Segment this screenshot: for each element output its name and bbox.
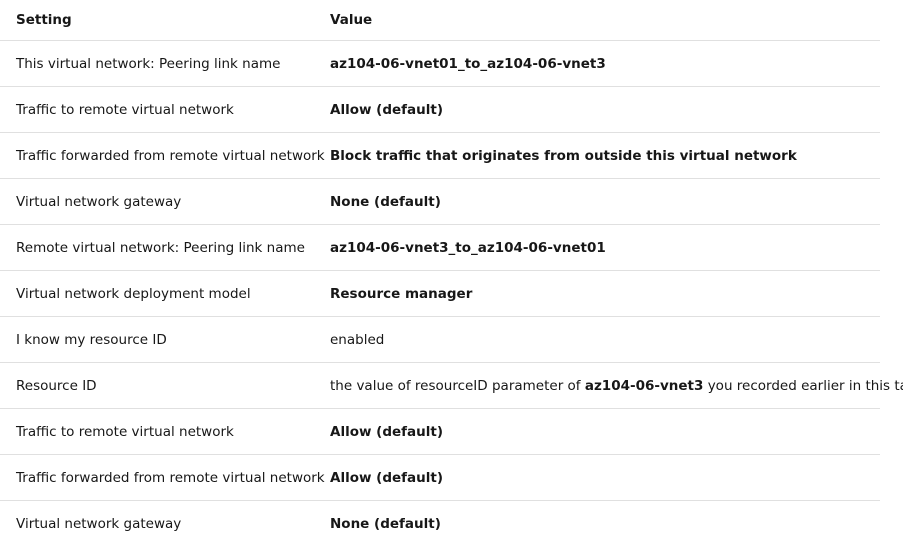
table-row: Traffic to remote virtual network Allow …: [0, 408, 880, 455]
setting-cell: Virtual network gateway: [0, 178, 314, 225]
column-header-setting: Setting: [0, 0, 314, 41]
table-row: Virtual network gateway None (default): [0, 501, 880, 547]
table-row: Resource ID the value of resourceID para…: [0, 362, 903, 409]
table-row: Traffic forwarded from remote virtual ne…: [0, 454, 880, 501]
setting-cell: Resource ID: [0, 362, 314, 409]
setting-cell: Traffic to remote virtual network: [0, 408, 314, 455]
value-cell: enabled: [314, 316, 880, 363]
table-row: Virtual network deployment model Resourc…: [0, 270, 880, 317]
value-cell: az104-06-vnet01_to_az104-06-vnet3: [314, 40, 880, 87]
value-text: you recorded earlier in this task: [703, 377, 903, 394]
value-cell: None (default): [314, 178, 880, 225]
value-emphasis: az104-06-vnet3: [584, 377, 704, 394]
value-cell: Block traffic that originates from outsi…: [314, 132, 880, 179]
table-header-row: Setting Value: [0, 0, 880, 41]
table-row: Traffic to remote virtual network Allow …: [0, 86, 880, 133]
setting-cell: I know my resource ID: [0, 316, 314, 363]
column-header-value: Value: [314, 0, 880, 41]
setting-cell: Virtual network deployment model: [0, 270, 314, 317]
value-cell: the value of resourceID parameter of az1…: [314, 362, 903, 409]
setting-cell: Traffic forwarded from remote virtual ne…: [0, 454, 325, 501]
value-cell: Allow (default): [314, 408, 880, 455]
table-row: Traffic forwarded from remote virtual ne…: [0, 132, 880, 179]
setting-cell: This virtual network: Peering link name: [0, 40, 314, 87]
settings-table: Setting Value This virtual network: Peer…: [0, 0, 903, 547]
value-cell: az104-06-vnet3_to_az104-06-vnet01: [314, 224, 880, 271]
setting-cell: Traffic to remote virtual network: [0, 86, 314, 133]
value-cell: None (default): [330, 515, 441, 532]
value-cell: Allow (default): [314, 86, 880, 133]
table-row: Virtual network gateway None (default): [0, 178, 880, 225]
setting-cell: Traffic forwarded from remote virtual ne…: [0, 132, 325, 179]
table-row: I know my resource ID enabled: [0, 316, 880, 363]
value-cell: Allow (default): [314, 454, 880, 501]
value-text: the value of resourceID parameter of: [330, 377, 585, 394]
value-cell: Resource manager: [314, 270, 880, 317]
table-row: Remote virtual network: Peering link nam…: [0, 224, 880, 271]
table-row: This virtual network: Peering link name …: [0, 40, 880, 87]
setting-cell: Virtual network gateway: [16, 515, 182, 532]
setting-cell: Remote virtual network: Peering link nam…: [0, 224, 314, 271]
